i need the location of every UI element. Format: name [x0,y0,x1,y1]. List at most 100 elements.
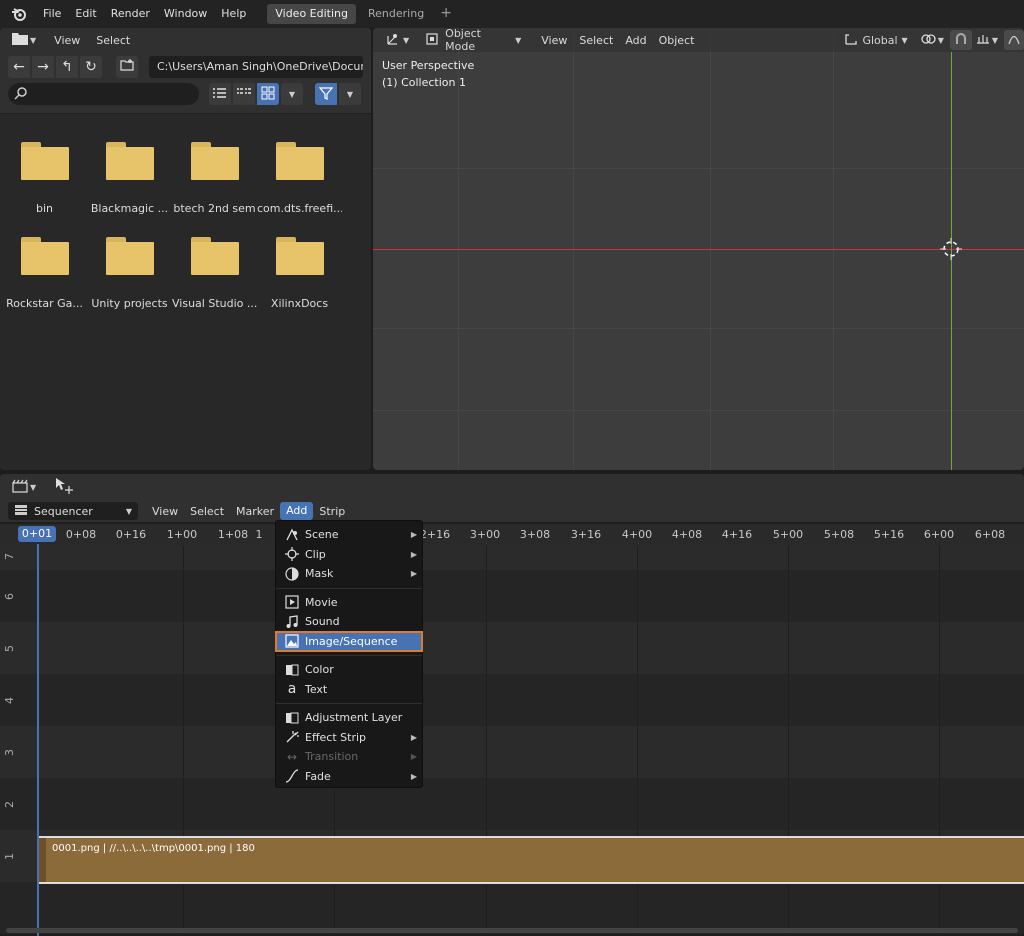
timeline-ruler[interactable]: 0+08 0+16 1+00 1+08 1 2+16 3+00 3+08 3+1… [0,524,1024,546]
channel-number: 2 [3,801,16,808]
proportional-editing-button[interactable] [1004,30,1024,50]
seq-menu-select[interactable]: Select [184,505,230,518]
folder-name: com.dts.freefi... [257,202,342,215]
color-icon [284,663,300,677]
ruler-tick: 3+08 [519,528,551,541]
folder-icon [275,237,324,275]
sound-icon [284,615,300,629]
folder-item[interactable]: Visual Studio ... [172,237,257,310]
menu-window[interactable]: Window [157,0,214,28]
view-type-dropdown[interactable]: Sequencer ▼ [8,502,138,520]
display-list-horizontal-button[interactable] [233,83,255,105]
editor-type-button[interactable]: ▼ [8,30,40,50]
seq-menu-add[interactable]: Add [280,502,314,520]
parent-dir-button[interactable]: ↰ [56,56,78,78]
refresh-button[interactable]: ↻ [80,56,102,78]
folder-name: Rockstar Ga... [6,297,83,310]
fb-menu-view[interactable]: View [46,34,88,47]
filter-settings-dropdown[interactable]: ▼ [339,83,361,105]
3d-viewport[interactable]: ▼ Object Mode ▼ View Select Add Object G… [373,28,1024,470]
axes-icon [385,32,401,49]
menu-item-fade[interactable]: Fade ▶ [276,767,422,787]
menu-item-clip[interactable]: Clip ▶ [276,545,422,565]
playhead-line[interactable] [37,544,39,936]
menu-item-label: Mask [305,567,334,581]
display-thumbnails-button[interactable] [257,83,279,105]
add-workspace-button[interactable]: + [436,4,456,24]
workspace-tab-rendering[interactable]: Rendering [360,4,432,24]
folder-item[interactable]: com.dts.freefi... [257,142,342,215]
display-list-vertical-button[interactable] [209,83,231,105]
menu-edit[interactable]: Edit [68,0,103,28]
chevron-down-icon: ▼ [937,35,944,45]
menu-help[interactable]: Help [214,0,253,28]
menu-render[interactable]: Render [104,0,157,28]
filter-search-input[interactable] [8,83,199,105]
viewport-menu-select[interactable]: Select [573,34,619,47]
menu-item-sound[interactable]: Sound [276,612,422,632]
folder-item[interactable]: Blackmagic ... [87,142,172,215]
blender-logo-icon[interactable] [8,3,30,25]
viewport-editor-type-button[interactable]: ▼ [381,30,413,50]
ruler-tick: 1+00 [166,528,198,541]
menu-item-scene[interactable]: Scene ▶ [276,525,422,545]
strip-left-handle[interactable] [38,838,46,882]
directory-path-field[interactable]: C:\Users\Aman Singh\OneDrive\Documents\ [149,56,363,78]
fb-menu-select[interactable]: Select [88,34,138,47]
current-frame-indicator[interactable]: 0+01 [18,526,56,542]
folder-item[interactable]: Unity projects [87,237,172,310]
object-mode-dropdown[interactable]: Object Mode ▼ [421,28,525,53]
ruler-tick: 0+16 [115,528,147,541]
menu-item-color[interactable]: Color [276,660,422,680]
sequencer-header: Sequencer ▼ View Select Marker Add Strip [0,500,1024,522]
filter-toggle-button[interactable] [315,83,337,105]
menu-item-label: Effect Strip [305,730,367,744]
folder-item[interactable]: XilinxDocs [257,237,342,310]
chevron-down-icon: ▼ [288,89,296,99]
viewport-header: ▼ Object Mode ▼ View Select Add Object G… [373,28,1024,53]
menu-item-mask[interactable]: Mask ▶ [276,564,422,584]
viewport-menu-object[interactable]: Object [653,34,701,47]
magnet-icon [954,32,968,49]
menu-item-text[interactable]: a Text [276,680,422,700]
3d-cursor-icon[interactable] [940,238,962,260]
seq-menu-marker[interactable]: Marker [230,505,280,518]
viewport-perspective-label: User Perspective [382,59,475,72]
seq-menu-view[interactable]: View [146,505,184,518]
menu-file[interactable]: File [36,0,68,28]
menu-item-image-sequence[interactable]: Image/Sequence [275,630,423,652]
menu-item-label: Adjustment Layer [305,711,403,725]
menu-separator [276,655,422,656]
seq-menu-strip[interactable]: Strip [313,505,351,518]
menu-item-adjustment-layer[interactable]: Adjustment Layer [276,708,422,728]
snap-toggle-button[interactable] [949,30,972,50]
viewport-menu-add[interactable]: Add [619,34,652,47]
menu-item-movie[interactable]: Movie [276,593,422,613]
folder-item[interactable]: Rockstar Ga... [2,237,87,310]
folder-item[interactable]: bin [2,142,87,215]
forward-button[interactable]: → [32,56,54,78]
sequencer-editor-type-button[interactable]: ▼ [8,477,40,497]
viewport-menu-view[interactable]: View [535,34,573,47]
back-button[interactable]: ← [8,56,30,78]
snap-settings-dropdown[interactable]: ▼ [972,30,1002,50]
snap-increment-icon [976,33,990,48]
search-icon [14,86,28,103]
file-browser-header: ▼ View Select [0,28,371,52]
new-folder-button[interactable] [116,56,138,78]
display-settings-dropdown[interactable]: ▼ [281,83,303,105]
horizontal-scrollbar[interactable] [6,928,1018,933]
workspace-tab-video-editing[interactable]: Video Editing [267,4,356,24]
transform-orientation-dropdown[interactable]: Global ▼ [840,30,911,50]
image-strip[interactable]: 0001.png | //..\..\..\..\tmp\0001.png | … [38,836,1024,884]
channel-number: 7 [3,553,16,560]
folder-icon [105,237,154,275]
folder-item[interactable]: btech 2nd sem [172,142,257,215]
submenu-arrow-icon: ▶ [410,569,417,579]
folder-icon [105,142,154,180]
menu-separator [276,587,422,589]
menu-item-effect-strip[interactable]: Effect Strip ▶ [276,728,422,748]
folder-icon [190,237,239,275]
pivot-point-dropdown[interactable]: ▼ [916,30,948,50]
tweak-tool-button[interactable] [50,477,78,497]
